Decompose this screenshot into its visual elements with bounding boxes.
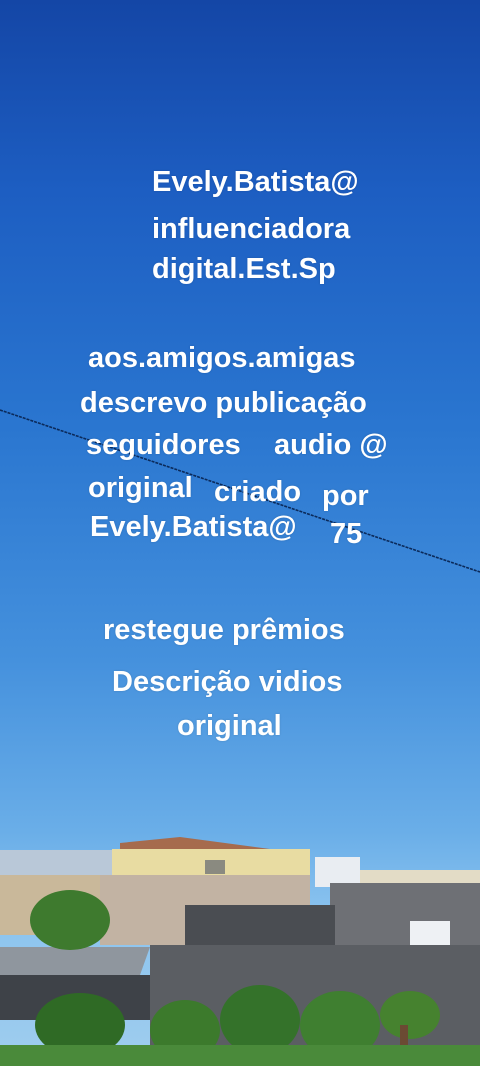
street-scene — [0, 837, 480, 1066]
text-line: aos.amigos.amigas — [88, 342, 356, 374]
title-line: influenciadora — [152, 213, 351, 245]
text-line: Evely.Batista@ — [90, 511, 297, 543]
text-line: restegue prêmios — [103, 614, 345, 646]
username-line: Evely.Batista@ — [152, 166, 359, 198]
text-line: descrevo publicação — [80, 387, 367, 419]
text-line: original — [88, 472, 193, 504]
subtitle-line: digital.Est.Sp — [152, 253, 336, 285]
text-line: original — [177, 710, 282, 742]
text-line: Descrição vidios — [112, 666, 343, 698]
text-line: seguidores — [86, 429, 241, 461]
text-line: por — [322, 480, 369, 512]
text-line: audio @ — [274, 429, 388, 461]
text-line: criado — [214, 476, 302, 508]
text-line: 75 — [330, 518, 363, 550]
